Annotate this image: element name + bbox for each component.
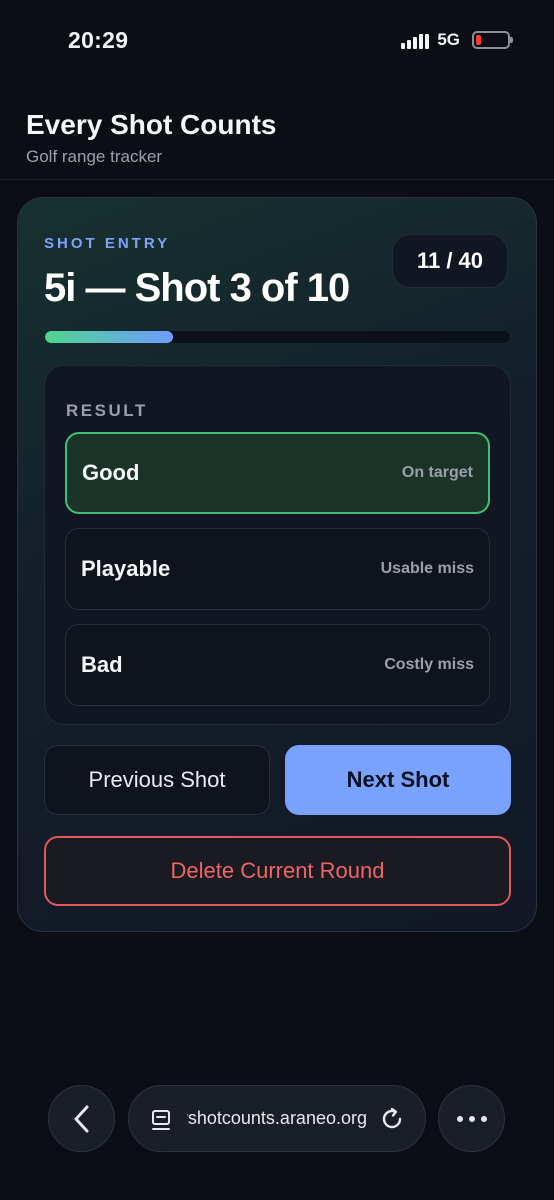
option-label: Bad [81,652,123,677]
option-description: Costly miss [384,656,474,673]
more-icon [456,1115,487,1122]
more-button[interactable] [438,1085,505,1152]
result-option-playable[interactable]: Playable Usable miss [65,528,490,610]
status-time: 20:29 [68,27,129,53]
option-label: Good [82,460,140,485]
option-description: On target [401,464,473,481]
status-indicators: 5G [401,30,513,50]
address-bar[interactable]: everyshotcounts.araneo.org [128,1085,426,1152]
option-description: Usable miss [380,560,474,577]
delete-round-button[interactable]: Delete Current Round [44,836,511,906]
back-button[interactable] [48,1085,115,1152]
url-text: everyshotcounts.araneo.org [187,1108,367,1128]
signal-icon [401,31,430,49]
result-option-good[interactable]: Good On target [65,432,490,514]
reload-icon[interactable] [379,1106,405,1132]
network-label: 5G [437,30,460,49]
tabs-icon [152,1110,170,1130]
result-panel: RESULT Good On target Playable Usable mi… [44,365,511,725]
result-label: RESULT [66,401,148,420]
app-title: Every Shot Counts [26,109,277,140]
shot-entry-card: SHOT ENTRY 5i — Shot 3 of 10 11 / 40 RES… [17,197,537,932]
section-label: SHOT ENTRY [44,235,171,252]
battery-icon [472,31,513,49]
option-label: Playable [81,556,171,581]
header-divider [0,179,554,180]
progress-bar [45,331,510,343]
app-subtitle: Golf range tracker [26,147,163,166]
previous-shot-button[interactable]: Previous Shot [44,745,270,815]
chevron-left-icon [74,1105,88,1132]
app-screen: 20:29 5G Every Shot Counts Golf range tr… [0,0,554,1200]
progress-fill [45,331,173,343]
result-option-bad[interactable]: Bad Costly miss [65,624,490,706]
shot-count-badge: 11 / 40 [392,234,508,288]
shot-title: 5i — Shot 3 of 10 [44,266,350,310]
next-shot-button[interactable]: Next Shot [285,745,511,815]
